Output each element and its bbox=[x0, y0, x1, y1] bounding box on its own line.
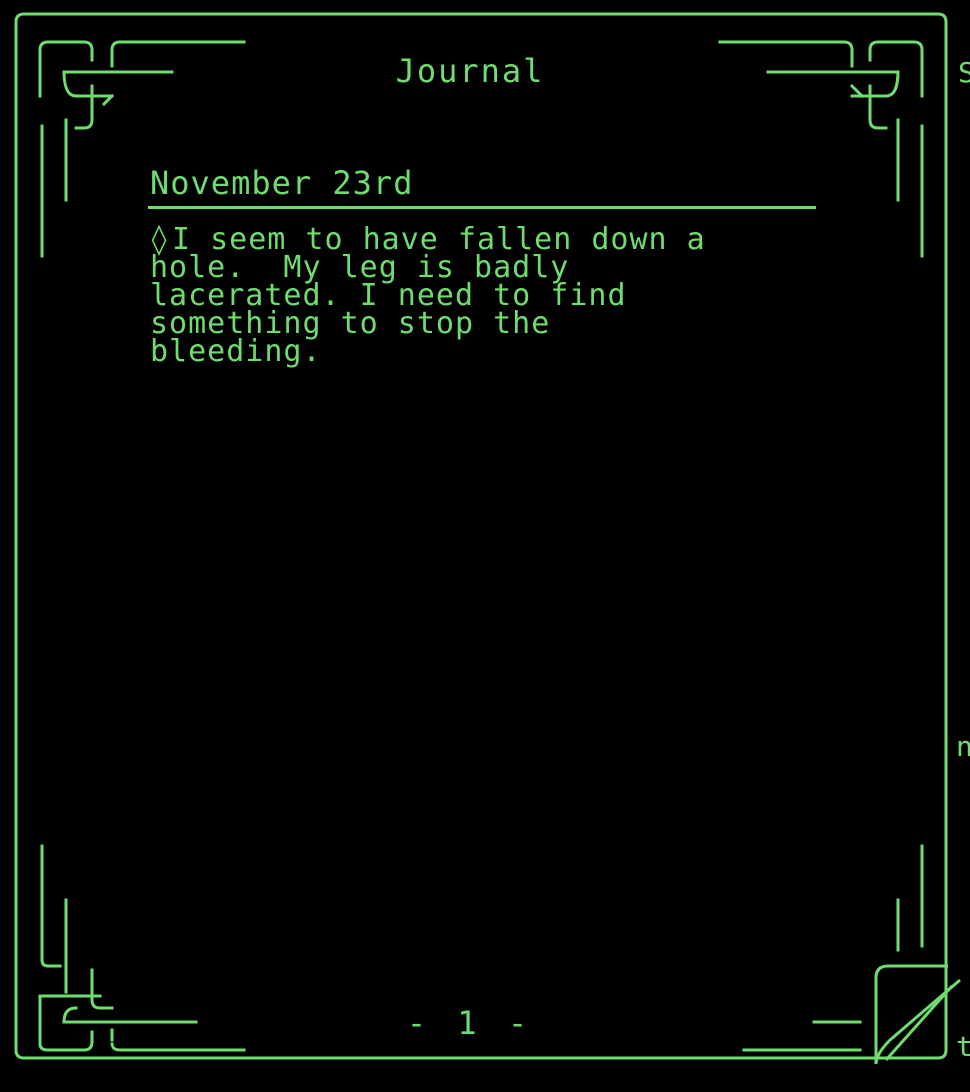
entry-text: I seem to have fallen down a hole. My le… bbox=[150, 222, 706, 369]
journal-entry: ◊I seem to have fallen down a hole. My l… bbox=[150, 225, 850, 367]
journal-frame bbox=[14, 12, 948, 1060]
page-number: - 1 - bbox=[406, 1004, 534, 1042]
entry-date: November 23rd bbox=[150, 164, 414, 202]
journal-title: Journal bbox=[395, 52, 545, 90]
entry-divider bbox=[148, 206, 816, 209]
background-fragment-bottom: t bbox=[956, 1030, 970, 1063]
background-fragment-mid: n bbox=[956, 730, 970, 763]
page-curl-icon bbox=[874, 964, 961, 1065]
next-page-curl[interactable] bbox=[860, 940, 970, 1070]
background-fragment-top: S bbox=[958, 56, 970, 89]
